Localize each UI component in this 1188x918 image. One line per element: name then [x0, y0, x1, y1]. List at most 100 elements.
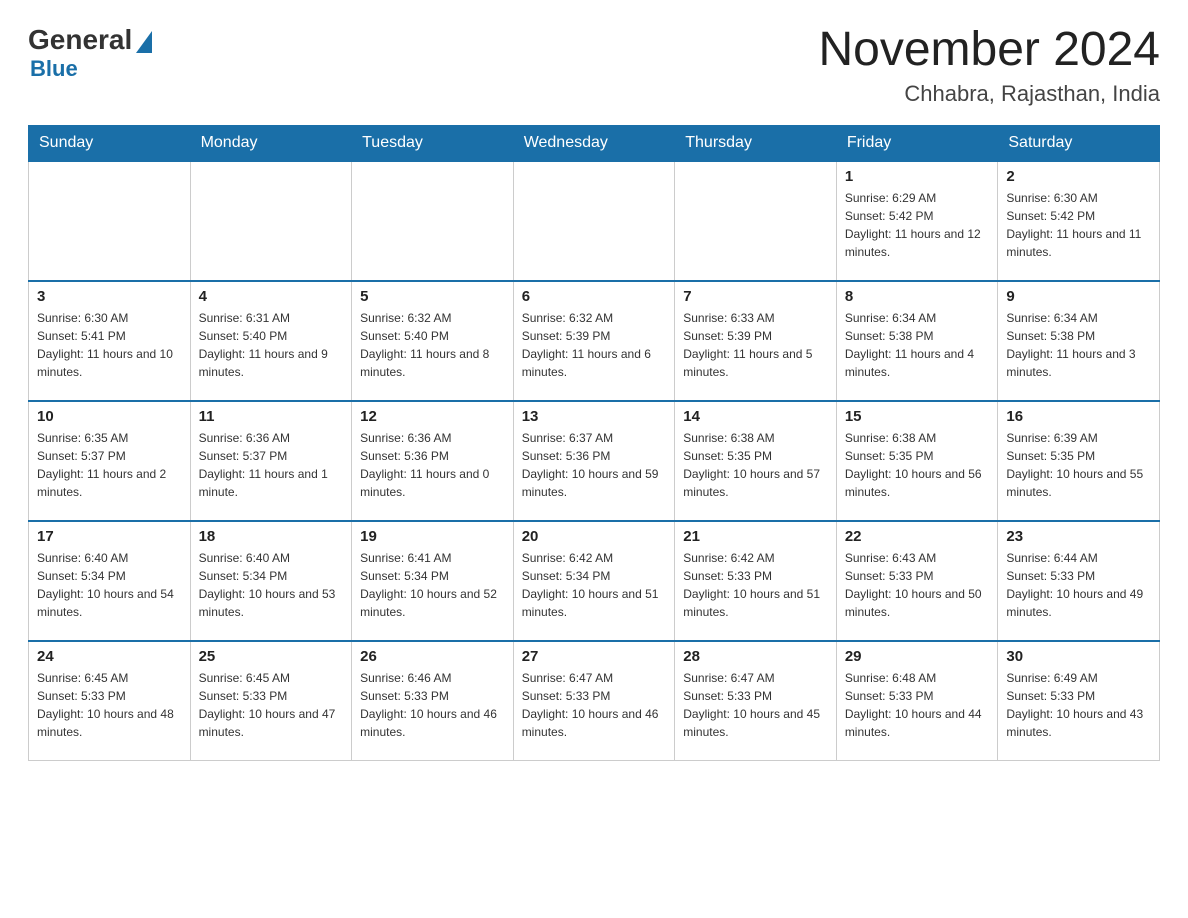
day-info: Sunrise: 6:49 AMSunset: 5:33 PMDaylight:…	[1006, 669, 1151, 741]
calendar-cell: 29 Sunrise: 6:48 AMSunset: 5:33 PMDayligh…	[836, 641, 998, 761]
calendar-cell: 8 Sunrise: 6:34 AMSunset: 5:38 PMDaylight…	[836, 281, 998, 401]
day-info: Sunrise: 6:31 AMSunset: 5:40 PMDaylight:…	[199, 309, 344, 381]
calendar-cell: 19 Sunrise: 6:41 AMSunset: 5:34 PMDayligh…	[352, 521, 514, 641]
day-info: Sunrise: 6:34 AMSunset: 5:38 PMDaylight:…	[845, 309, 990, 381]
week-row-0: 1 Sunrise: 6:29 AMSunset: 5:42 PMDaylight…	[29, 161, 1160, 281]
day-info: Sunrise: 6:38 AMSunset: 5:35 PMDaylight:…	[683, 429, 828, 501]
calendar-cell: 2Sunrise: 6:30 AMSunset: 5:42 PMDaylight…	[998, 161, 1160, 281]
day-info: Sunrise: 6:37 AMSunset: 5:36 PMDaylight:…	[522, 429, 667, 501]
day-number: 8	[845, 288, 990, 305]
weekday-header-monday: Monday	[190, 125, 352, 161]
day-info: Sunrise: 6:41 AMSunset: 5:34 PMDaylight:…	[360, 549, 505, 621]
day-info: Sunrise: 6:47 AMSunset: 5:33 PMDaylight:…	[522, 669, 667, 741]
day-number: 5	[360, 288, 505, 305]
calendar-cell: 18 Sunrise: 6:40 AMSunset: 5:34 PMDayligh…	[190, 521, 352, 641]
day-info: Sunrise: 6:33 AMSunset: 5:39 PMDaylight:…	[683, 309, 828, 381]
day-info: Sunrise: 6:47 AMSunset: 5:33 PMDaylight:…	[683, 669, 828, 741]
day-number: 12	[360, 408, 505, 425]
day-info: Sunrise: 6:34 AMSunset: 5:38 PMDaylight:…	[1006, 309, 1151, 381]
weekday-header-friday: Friday	[836, 125, 998, 161]
calendar-cell: 26Sunrise: 6:46 AMSunset: 5:33 PMDayligh…	[352, 641, 514, 761]
day-number: 24	[37, 648, 182, 665]
calendar-cell: 3 Sunrise: 6:30 AMSunset: 5:41 PMDaylight…	[29, 281, 191, 401]
day-number: 4	[199, 288, 344, 305]
calendar-cell: 7 Sunrise: 6:33 AMSunset: 5:39 PMDaylight…	[675, 281, 837, 401]
day-number: 13	[522, 408, 667, 425]
day-number: 17	[37, 528, 182, 545]
calendar-cell: 1 Sunrise: 6:29 AMSunset: 5:42 PMDaylight…	[836, 161, 998, 281]
calendar-subtitle: Chhabra, Rajasthan, India	[818, 81, 1160, 107]
calendar-cell: 12 Sunrise: 6:36 AMSunset: 5:36 PMDayligh…	[352, 401, 514, 521]
day-info: Sunrise: 6:40 AMSunset: 5:34 PMDaylight:…	[199, 549, 344, 621]
logo-triangle-icon	[136, 31, 152, 53]
day-number: 16	[1006, 408, 1151, 425]
day-number: 11	[199, 408, 344, 425]
day-number: 25	[199, 648, 344, 665]
calendar-cell: 28 Sunrise: 6:47 AMSunset: 5:33 PMDayligh…	[675, 641, 837, 761]
logo: General Blue	[28, 24, 152, 82]
weekday-header-sunday: Sunday	[29, 125, 191, 161]
day-number: 9	[1006, 288, 1151, 305]
day-number: 27	[522, 648, 667, 665]
day-info: Sunrise: 6:36 AMSunset: 5:36 PMDaylight:…	[360, 429, 505, 501]
weekday-header-row: SundayMondayTuesdayWednesdayThursdayFrid…	[29, 125, 1160, 161]
day-number: 3	[37, 288, 182, 305]
title-area: November 2024 Chhabra, Rajasthan, India	[818, 24, 1160, 107]
calendar-cell: 22Sunrise: 6:43 AMSunset: 5:33 PMDayligh…	[836, 521, 998, 641]
week-row-3: 17 Sunrise: 6:40 AMSunset: 5:34 PMDayligh…	[29, 521, 1160, 641]
calendar-cell: 5Sunrise: 6:32 AMSunset: 5:40 PMDaylight…	[352, 281, 514, 401]
calendar-cell	[29, 161, 191, 281]
calendar-title: November 2024	[818, 24, 1160, 77]
day-info: Sunrise: 6:36 AMSunset: 5:37 PMDaylight:…	[199, 429, 344, 501]
day-info: Sunrise: 6:40 AMSunset: 5:34 PMDaylight:…	[37, 549, 182, 621]
day-number: 29	[845, 648, 990, 665]
calendar-cell	[675, 161, 837, 281]
calendar-cell: 17 Sunrise: 6:40 AMSunset: 5:34 PMDayligh…	[29, 521, 191, 641]
calendar-cell	[352, 161, 514, 281]
calendar-cell: 16 Sunrise: 6:39 AMSunset: 5:35 PMDayligh…	[998, 401, 1160, 521]
calendar-cell: 24 Sunrise: 6:45 AMSunset: 5:33 PMDayligh…	[29, 641, 191, 761]
day-number: 28	[683, 648, 828, 665]
day-info: Sunrise: 6:35 AMSunset: 5:37 PMDaylight:…	[37, 429, 182, 501]
day-number: 18	[199, 528, 344, 545]
day-info: Sunrise: 6:32 AMSunset: 5:39 PMDaylight:…	[522, 309, 667, 381]
day-info: Sunrise: 6:30 AMSunset: 5:42 PMDaylight:…	[1006, 189, 1151, 261]
calendar-cell: 25 Sunrise: 6:45 AMSunset: 5:33 PMDayligh…	[190, 641, 352, 761]
weekday-header-tuesday: Tuesday	[352, 125, 514, 161]
day-number: 15	[845, 408, 990, 425]
weekday-header-saturday: Saturday	[998, 125, 1160, 161]
day-number: 1	[845, 168, 990, 185]
day-info: Sunrise: 6:42 AMSunset: 5:34 PMDaylight:…	[522, 549, 667, 621]
day-number: 30	[1006, 648, 1151, 665]
week-row-2: 10 Sunrise: 6:35 AMSunset: 5:37 PMDayligh…	[29, 401, 1160, 521]
day-number: 19	[360, 528, 505, 545]
day-number: 10	[37, 408, 182, 425]
day-info: Sunrise: 6:29 AMSunset: 5:42 PMDaylight:…	[845, 189, 990, 261]
day-info: Sunrise: 6:48 AMSunset: 5:33 PMDaylight:…	[845, 669, 990, 741]
calendar-cell: 15Sunrise: 6:38 AMSunset: 5:35 PMDayligh…	[836, 401, 998, 521]
day-number: 6	[522, 288, 667, 305]
day-info: Sunrise: 6:39 AMSunset: 5:35 PMDaylight:…	[1006, 429, 1151, 501]
calendar-cell: 27 Sunrise: 6:47 AMSunset: 5:33 PMDayligh…	[513, 641, 675, 761]
week-row-1: 3 Sunrise: 6:30 AMSunset: 5:41 PMDaylight…	[29, 281, 1160, 401]
calendar-cell: 9 Sunrise: 6:34 AMSunset: 5:38 PMDaylight…	[998, 281, 1160, 401]
logo-general-text: General	[28, 24, 132, 56]
calendar-cell: 14Sunrise: 6:38 AMSunset: 5:35 PMDayligh…	[675, 401, 837, 521]
day-info: Sunrise: 6:46 AMSunset: 5:33 PMDaylight:…	[360, 669, 505, 741]
calendar-cell: 13 Sunrise: 6:37 AMSunset: 5:36 PMDayligh…	[513, 401, 675, 521]
day-info: Sunrise: 6:45 AMSunset: 5:33 PMDaylight:…	[37, 669, 182, 741]
week-row-4: 24 Sunrise: 6:45 AMSunset: 5:33 PMDayligh…	[29, 641, 1160, 761]
page-header: General Blue November 2024 Chhabra, Raja…	[28, 24, 1160, 107]
weekday-header-wednesday: Wednesday	[513, 125, 675, 161]
day-info: Sunrise: 6:42 AMSunset: 5:33 PMDaylight:…	[683, 549, 828, 621]
calendar-cell: 6 Sunrise: 6:32 AMSunset: 5:39 PMDaylight…	[513, 281, 675, 401]
calendar-cell: 4 Sunrise: 6:31 AMSunset: 5:40 PMDaylight…	[190, 281, 352, 401]
day-info: Sunrise: 6:45 AMSunset: 5:33 PMDaylight:…	[199, 669, 344, 741]
calendar-cell: 21Sunrise: 6:42 AMSunset: 5:33 PMDayligh…	[675, 521, 837, 641]
calendar-cell: 20Sunrise: 6:42 AMSunset: 5:34 PMDayligh…	[513, 521, 675, 641]
day-info: Sunrise: 6:30 AMSunset: 5:41 PMDaylight:…	[37, 309, 182, 381]
calendar-cell: 23Sunrise: 6:44 AMSunset: 5:33 PMDayligh…	[998, 521, 1160, 641]
calendar-cell	[513, 161, 675, 281]
day-number: 7	[683, 288, 828, 305]
weekday-header-thursday: Thursday	[675, 125, 837, 161]
